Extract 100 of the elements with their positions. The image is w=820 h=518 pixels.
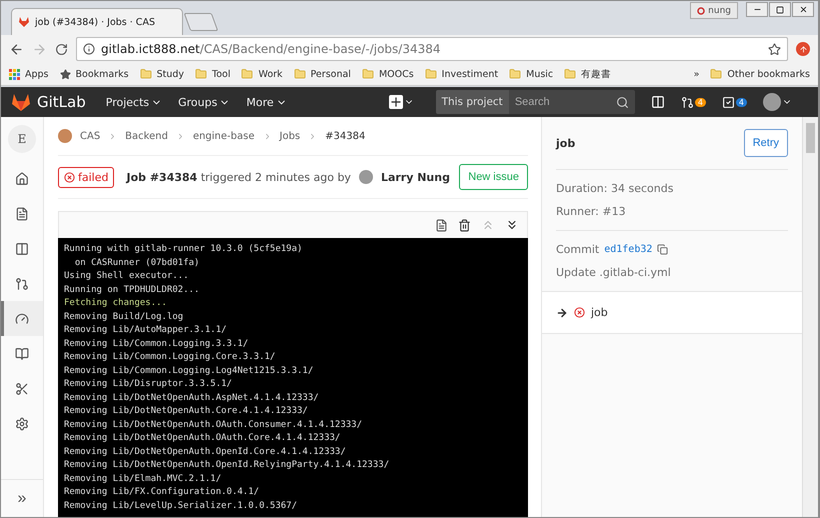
settings-icon [15, 416, 29, 430]
folder-icon [362, 68, 374, 80]
breadcrumb-link[interactable]: #34384 [325, 130, 366, 142]
status-badge[interactable]: failed [58, 166, 114, 188]
failed-status-icon [574, 307, 585, 318]
bookmark-item[interactable]: Work [241, 68, 283, 80]
user-name[interactable]: Larry Nung [380, 170, 450, 184]
merge-icon [15, 276, 29, 290]
job-name: job [556, 136, 576, 150]
log-line: Removing Lib/DotNetOpenAuth.OpenId.Core.4.1.4.12333/ [64, 446, 347, 458]
more-bookmarks-button[interactable]: » [694, 68, 700, 80]
breadcrumb-link[interactable]: Jobs [280, 130, 300, 142]
browser-tab[interactable]: job (#34384) · Jobs · CAS [11, 8, 183, 35]
commit-label: Commit [556, 243, 600, 256]
log-line: Removing Build/Log.log [64, 310, 184, 324]
folder-icon [241, 68, 254, 80]
duration-text: Duration: 34 seconds [556, 182, 674, 195]
checkbox-icon [722, 96, 735, 108]
folder-icon [294, 68, 306, 80]
tab-title: job (#34384) · Jobs · CAS [35, 16, 155, 28]
scrollbar-thumb[interactable] [806, 123, 815, 153]
bookmark-item[interactable]: Other bookmarks [710, 68, 810, 80]
log-line: Removing Lib/AutoMapper.3.1.1/ [64, 324, 228, 337]
star-icon [60, 68, 71, 80]
pipeline-nav-item[interactable] [1, 301, 43, 336]
issues-icon[interactable] [650, 95, 665, 109]
profile-badge[interactable]: nung [690, 2, 738, 19]
commit-message: Update .gitlab-ci.yml [556, 266, 672, 279]
folder-icon [424, 68, 437, 80]
log-line: Removing Lib/Common.Logging.Core.3.3.1/ [64, 351, 276, 364]
log-line: Removing Lib/LevelUp.Serializer.1.0.0.5367/ [64, 500, 298, 512]
log-line: on CASRunner (07bd01fa) [74, 256, 200, 270]
repository-icon [15, 206, 29, 220]
job-summary: Job #34384 triggered 2 minutes ago by [126, 170, 351, 184]
user-menu[interactable] [763, 93, 792, 111]
nav-menu[interactable]: Groups [178, 96, 230, 108]
url-text: gitlab.ict888.net/CAS/Backend/engine-base/-/jobs/34384 [101, 42, 441, 56]
extension-icon[interactable] [796, 42, 810, 56]
log-line: Removing Lib/DotNetOpenAuth.OpenId.RelyingParty.4.1.4.12333/ [64, 459, 390, 472]
bookmark-item[interactable]: Apps [9, 68, 49, 80]
address-field[interactable]: gitlab.ict888.net/CAS/Backend/engine-base/-/jobs/34384 [76, 37, 788, 61]
todos-button[interactable]: 4 [722, 96, 747, 108]
commit-sha-link[interactable]: ed1feb32 [604, 244, 652, 255]
log-line: Removing Lib/Disruptor.3.3.5.1/ [64, 378, 233, 391]
bookmark-item[interactable]: Personal [294, 68, 351, 80]
log-line: Removing Lib/FX.Configuration.0.4.1/ [64, 486, 260, 499]
bookmark-item[interactable]: Investiment [424, 68, 498, 80]
gitlab-brand[interactable]: GitLab [37, 93, 86, 111]
nav-menu[interactable]: More [246, 96, 287, 108]
bookmark-item[interactable]: MOOCs [362, 68, 414, 80]
snippet-icon [15, 382, 29, 396]
apps-grid-icon [9, 68, 20, 80]
group-avatar [58, 129, 72, 143]
folder-icon [140, 68, 152, 80]
project-avatar[interactable]: E [8, 125, 36, 153]
raw-log-icon[interactable] [435, 218, 448, 232]
retry-button[interactable]: Retry [744, 129, 788, 157]
info-icon [83, 43, 95, 55]
wiki-icon [15, 346, 29, 360]
nav-menu[interactable]: Projects [106, 96, 162, 108]
log-line: Fetching changes... [64, 297, 168, 310]
log-line: Removing Lib/DotNetOpenAuth.OAuth.Consumer.4.1.4.12333/ [64, 418, 364, 432]
maximize-button[interactable] [769, 2, 791, 17]
breadcrumb-link[interactable]: engine-base [192, 130, 254, 142]
runner-text: Runner: #13 [556, 205, 627, 218]
board-icon [15, 242, 29, 256]
breadcrumb-link[interactable]: Backend [125, 130, 168, 142]
search-icon[interactable] [616, 96, 629, 108]
bookmark-item[interactable]: Tool [195, 68, 230, 80]
reload-icon[interactable] [55, 42, 68, 56]
log-line: Removing Lib/Common.Logging.3.3.1/ [64, 338, 250, 350]
profile-name: nung [708, 6, 731, 16]
breadcrumb-link[interactable]: CAS [80, 130, 100, 142]
bookmark-item[interactable]: Bookmarks [60, 68, 129, 80]
log-line: Removing Lib/DotNetOpenAuth.OAuth.Core.4.1.4.12333/ [64, 432, 342, 445]
bookmark-item[interactable]: 有趣書 [564, 68, 612, 80]
log-line: Running on TPDHUDLDR02... [64, 284, 200, 296]
gitlab-logo-icon[interactable] [11, 93, 31, 111]
bookmark-item[interactable]: Study [140, 68, 184, 80]
bookmark-star-icon[interactable] [768, 42, 781, 56]
search-scope[interactable]: This project [436, 90, 509, 114]
user-avatar [358, 170, 373, 184]
profile-icon [697, 6, 706, 14]
back-icon[interactable] [9, 42, 24, 56]
log-line: Using Shell executor... [64, 270, 190, 283]
new-dropdown[interactable] [388, 95, 414, 109]
log-line: Removing Lib/DotNetOpenAuth.AspNet.4.1.4.12333/ [64, 392, 320, 404]
failed-status-icon [64, 172, 75, 182]
erase-icon[interactable] [458, 218, 471, 232]
copy-icon[interactable] [657, 244, 668, 255]
plus-icon [388, 95, 403, 109]
merge-request-icon [680, 96, 694, 108]
close-button[interactable] [792, 2, 814, 17]
folder-icon [564, 68, 576, 80]
bookmark-item[interactable]: Music [509, 68, 554, 80]
log-line: Removing Lib/DotNetOpenAuth.Core.4.1.4.12333/ [64, 405, 309, 418]
search-field[interactable]: Search [508, 90, 616, 114]
folder-icon [509, 68, 522, 80]
close-icon [798, 5, 808, 14]
log-line: Running with gitlab-runner 10.3.0 (5cf5e19a) [64, 243, 304, 256]
